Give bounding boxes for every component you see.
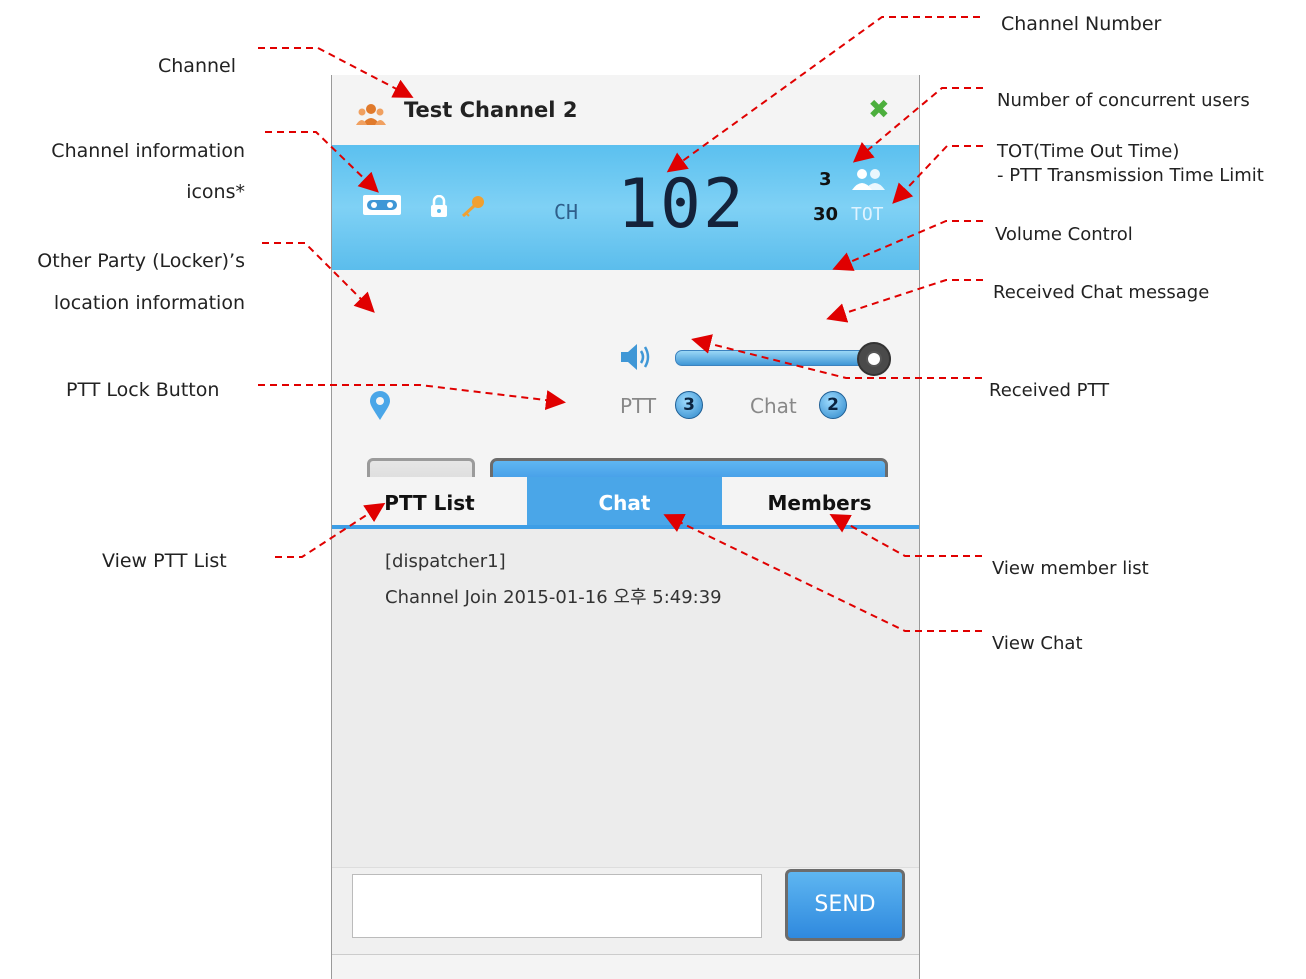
title-bar: Test Channel 2 ✖ [332, 75, 919, 145]
annotation-channel-info-line2: icons* [186, 181, 245, 203]
key-icon [461, 196, 484, 217]
annotation-channel-info-line1: Channel information [51, 140, 245, 162]
annotation-channel-number: Channel Number [1001, 13, 1162, 35]
volume-slider-knob[interactable] [857, 342, 891, 376]
annotation-tot-line2: - PTT Transmission Time Limit [997, 165, 1264, 186]
annotation-view-ptt-list: View PTT List [102, 550, 227, 572]
message-sender: [dispatcher1] [385, 551, 506, 572]
annotation-tot-line1: TOT(Time Out Time) [997, 141, 1180, 162]
annotation-other-party-line1: Other Party (Locker)’s [37, 250, 245, 272]
annotation-view-member-list: View member list [992, 558, 1149, 579]
channel-title: Test Channel 2 [404, 98, 578, 122]
chat-label: Chat [750, 394, 797, 418]
annotation-channel: Channel [158, 55, 237, 77]
chat-count-badge: 2 [819, 391, 847, 419]
message-text: Channel Join 2015-01-16 오후 5:49:39 [385, 587, 722, 608]
chat-input[interactable] [352, 874, 762, 938]
annotation-view-chat: View Chat [992, 633, 1083, 654]
tot-value: 30 [813, 204, 839, 225]
chat-input-row: SEND [332, 867, 919, 955]
concurrent-users-icon [852, 169, 885, 190]
concurrent-users-count: 3 [819, 169, 832, 190]
annotation-volume-control: Volume Control [995, 224, 1133, 245]
tab-chat[interactable]: Chat [527, 477, 722, 525]
location-pin-icon[interactable] [369, 391, 391, 421]
tape-icon [363, 195, 401, 215]
channel-window: Test Channel 2 ✖ CH 102 3 30 TOT PTT 3 C… [331, 75, 920, 979]
chat-message-list: [dispatcher1] Channel Join 2015-01-16 오후… [332, 529, 919, 867]
ptt-label: PTT [620, 394, 657, 418]
tab-members[interactable]: Members [722, 477, 917, 525]
lock-icon [431, 195, 447, 217]
tot-label: TOT [851, 204, 884, 225]
speaker-icon [621, 344, 650, 370]
annotation-concurrent-users: Number of concurrent users [997, 90, 1250, 111]
annotation-ptt-lock-button: PTT Lock Button [66, 379, 220, 401]
close-icon[interactable]: ✖ [868, 95, 890, 125]
tab-bar: PTT List Chat Members [332, 477, 919, 529]
controls-panel: PTT 3 Chat 2 [332, 270, 919, 434]
users-icon [356, 104, 386, 125]
channel-info-bar: CH 102 3 30 TOT [332, 145, 919, 270]
volume-slider-track[interactable] [675, 350, 873, 366]
tab-ptt-list[interactable]: PTT List [332, 477, 527, 525]
annotation-received-ptt: Received PTT [989, 380, 1110, 401]
ch-label: CH [554, 200, 579, 224]
channel-number: 102 [617, 165, 746, 244]
annotation-other-party-line2: location information [53, 292, 245, 314]
bottom-strip [332, 954, 919, 979]
annotation-received-chat: Received Chat message [993, 282, 1210, 303]
ptt-count-badge: 3 [675, 391, 703, 419]
send-button[interactable]: SEND [785, 869, 905, 941]
